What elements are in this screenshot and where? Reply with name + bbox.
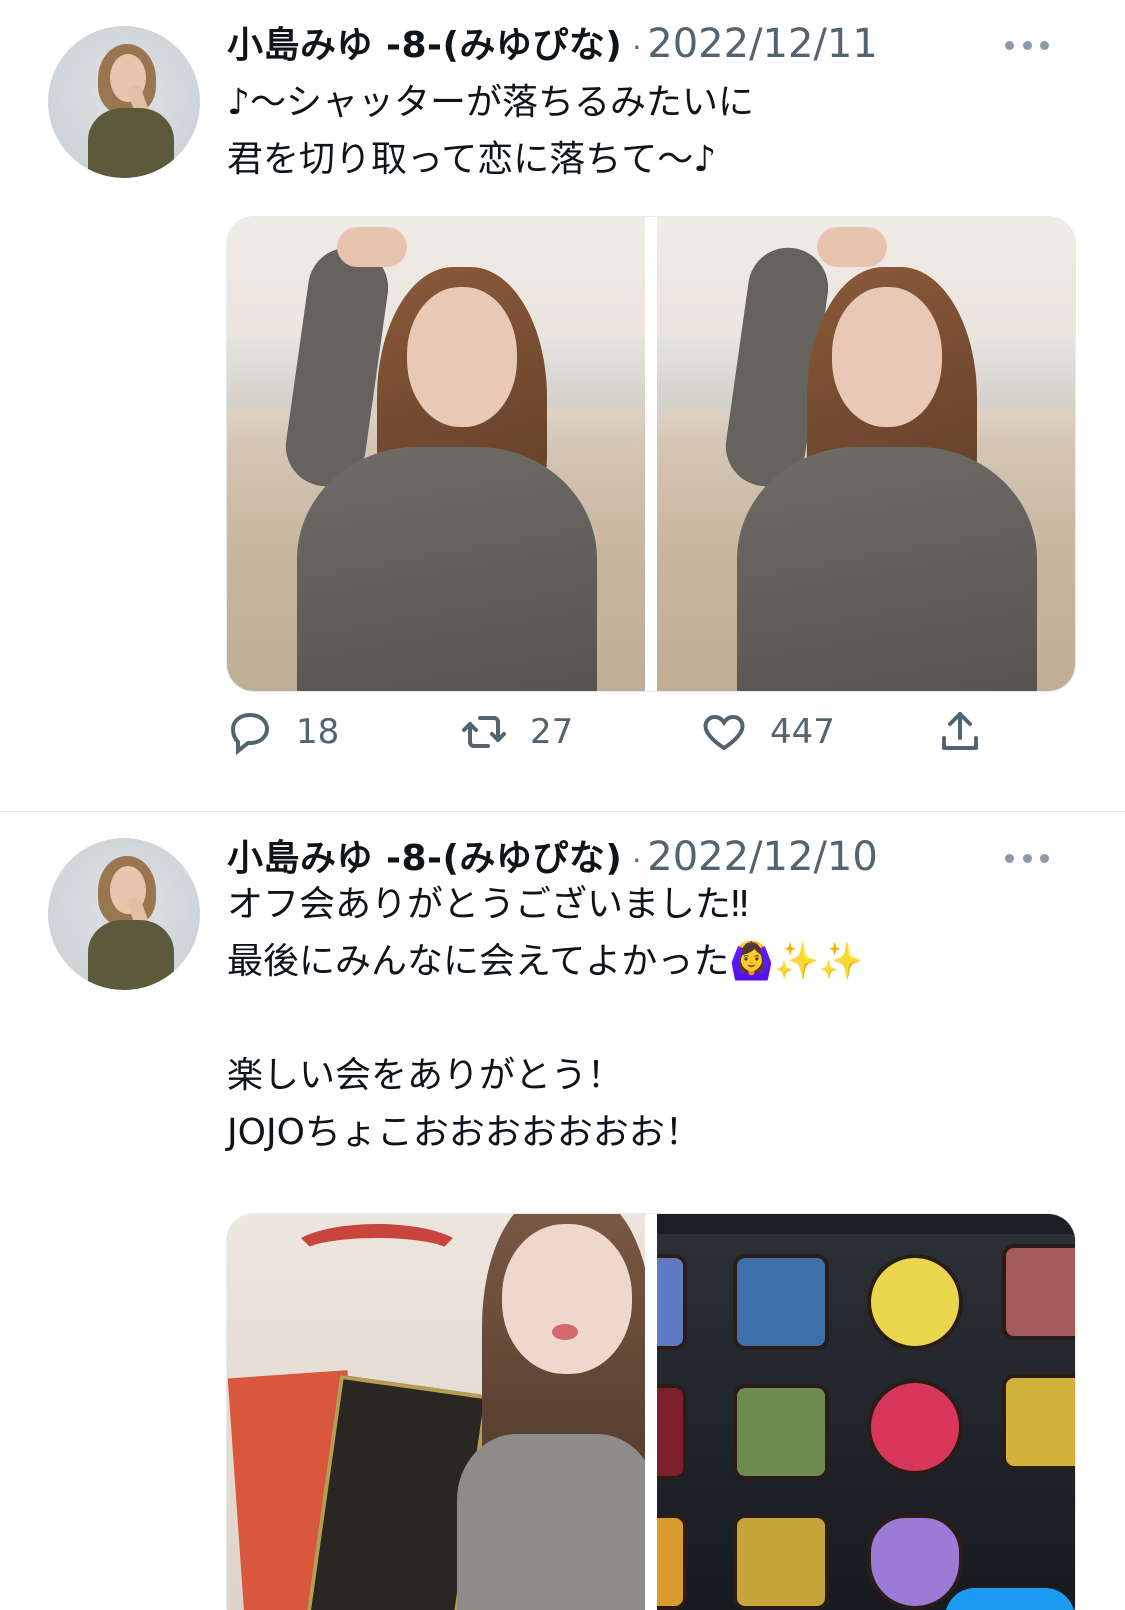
avatar-body — [88, 920, 174, 990]
retweet-count: 27 — [530, 712, 574, 752]
reply-icon — [230, 712, 270, 756]
author-name[interactable]: 小島みゆ -8-(みゆぴな) — [227, 16, 622, 68]
chocolate-piece — [867, 1514, 963, 1610]
more-dot — [1040, 40, 1049, 50]
more-dot — [1022, 40, 1032, 50]
tweet-media[interactable] — [226, 1213, 1076, 1610]
tweet-media[interactable] — [226, 216, 1076, 692]
chocolate-piece — [733, 1384, 829, 1480]
photo-face — [502, 1224, 632, 1374]
photo-sweater — [457, 1434, 645, 1610]
tweet-date[interactable]: 2022/12/10 — [647, 834, 878, 880]
retweet-button[interactable]: 27 — [460, 702, 573, 762]
tweet-header: 小島みゆ -8-(みゆぴな) · 2022/12/11 — [227, 16, 878, 76]
share-icon — [942, 712, 978, 750]
avatar[interactable] — [48, 26, 200, 178]
chocolate-piece — [867, 1379, 963, 1475]
photo-bag-logo — [287, 1224, 467, 1284]
author-name[interactable]: 小島みゆ -8-(みゆぴな) — [227, 829, 622, 881]
tweet-text-line: JOJOちょこおおおおおおお！ — [227, 1112, 701, 1153]
chocolate-piece — [1002, 1244, 1075, 1340]
chocolate-piece — [867, 1254, 963, 1350]
photo-face — [832, 287, 942, 427]
chocolate-piece — [657, 1384, 687, 1480]
photo-coat — [297, 447, 597, 691]
more-dot — [1005, 853, 1014, 863]
photo-hand — [337, 227, 407, 267]
like-button[interactable]: 447 — [700, 702, 835, 762]
tweet-text-line — [227, 990, 1077, 1047]
chocolate-piece — [657, 1254, 687, 1350]
chocolate-piece — [733, 1514, 829, 1610]
avatar-body — [88, 108, 174, 178]
photo-face — [407, 287, 517, 427]
tweet-text-line: 君を切り取って恋に落ちて〜♪ — [227, 139, 717, 180]
more-dot — [1022, 853, 1032, 863]
photo-beach-pose[interactable] — [657, 217, 1075, 691]
tweet-date[interactable]: 2022/12/11 — [647, 21, 878, 67]
more-dot — [1005, 40, 1014, 50]
tweet-actions: 18 27 447 — [226, 702, 1026, 762]
compose-button[interactable] — [945, 1588, 1075, 1610]
tweet-text-line: オフ会ありがとうございました‼ — [227, 884, 749, 925]
reply-button[interactable]: 18 — [226, 702, 339, 762]
photo-beach-smile[interactable] — [227, 217, 645, 691]
share-button[interactable] — [936, 702, 984, 762]
retweet-icon — [462, 716, 506, 748]
tweet-text: オフ会ありがとうございました‼ 最後にみんなに会えてよかった🙆‍♀️✨✨ 楽しい… — [227, 876, 1077, 1161]
photo-chocolates[interactable] — [657, 1214, 1075, 1610]
heart-icon — [703, 714, 745, 751]
chocolate-piece — [1002, 1374, 1075, 1470]
more-dot — [1040, 853, 1049, 863]
more-icon[interactable] — [1005, 853, 1049, 863]
photo-selfie-gift[interactable] — [227, 1214, 645, 1610]
tweet-text: ♪〜シャッターが落ちるみたいに 君を切り取って恋に落ちて〜♪ — [227, 74, 1077, 188]
avatar[interactable] — [48, 838, 200, 990]
photo-hand — [817, 227, 887, 267]
separator-dot: · — [632, 844, 642, 877]
tweet-text-line: ♪〜シャッターが落ちるみたいに — [227, 82, 754, 123]
chocolate-piece — [657, 1514, 687, 1610]
reply-count: 18 — [296, 712, 340, 752]
tweet-text-line: 楽しい会をありがとう！ — [227, 1055, 624, 1096]
tweet[interactable]: 小島みゆ -8-(みゆぴな) · 2022/12/11 ♪〜シャッターが落ちるみ… — [0, 0, 1125, 812]
photo-coat — [737, 447, 1037, 691]
more-icon[interactable] — [1005, 40, 1049, 50]
like-count: 447 — [770, 712, 835, 752]
photo-lips — [552, 1324, 578, 1340]
tweet-text-line: 最後にみんなに会えてよかった🙆‍♀️✨✨ — [227, 941, 864, 982]
chocolate-piece — [733, 1254, 829, 1350]
separator-dot: · — [632, 31, 642, 64]
